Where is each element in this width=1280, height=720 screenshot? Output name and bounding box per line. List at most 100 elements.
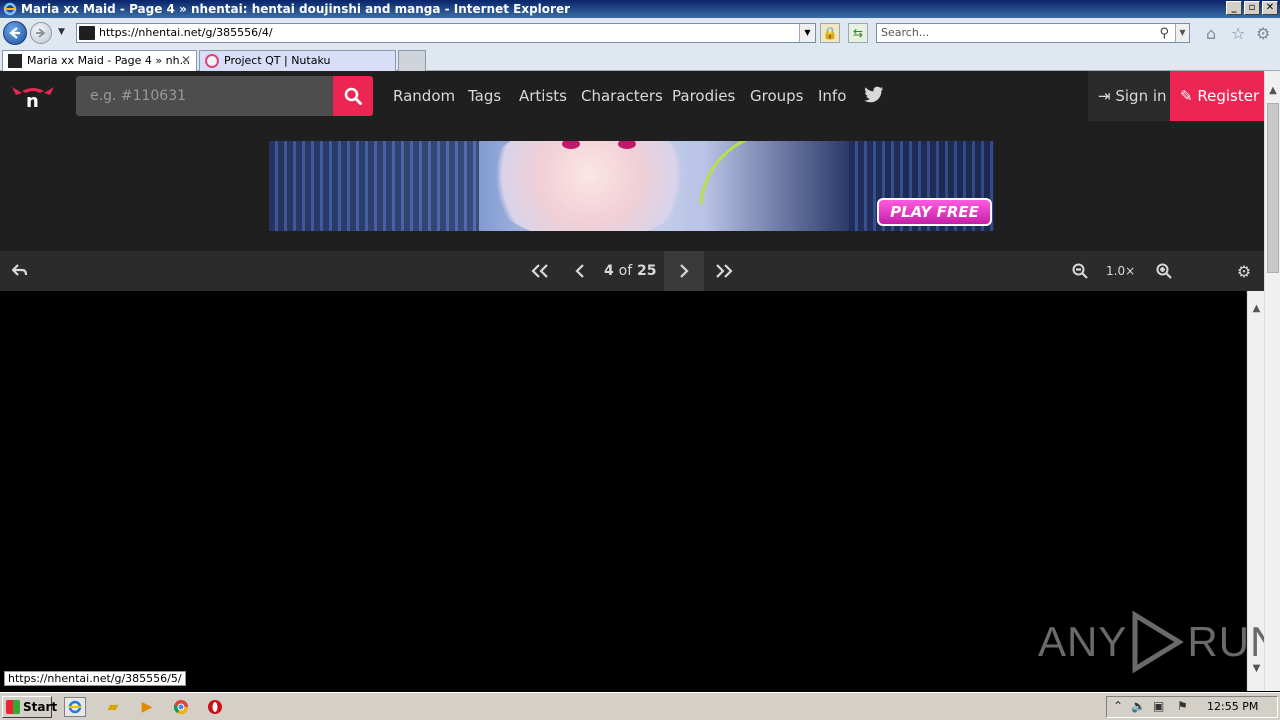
page-scrollbar[interactable]: ▲: [1264, 71, 1280, 691]
zoom-level: 1.0×: [1106, 264, 1136, 278]
sign-in-icon: ⇥: [1098, 87, 1111, 105]
tools-gear-icon[interactable]: ⚙: [1256, 24, 1270, 43]
new-tab-button[interactable]: [398, 50, 426, 71]
taskbar-clock[interactable]: 12:55 PM: [1207, 697, 1258, 717]
double-chevron-right-icon: [716, 264, 733, 278]
current-page-number: 4: [604, 263, 614, 279]
watermark-left-text: ANY: [1038, 618, 1128, 665]
register-label: Register: [1197, 87, 1260, 105]
address-dropdown-button[interactable]: ▼: [799, 24, 815, 42]
start-button[interactable]: Start: [2, 696, 57, 718]
sign-in-button[interactable]: ⇥ Sign in: [1088, 71, 1170, 121]
page-of-label: of: [618, 263, 633, 279]
scroll-up-arrow-icon[interactable]: ▲: [1248, 303, 1264, 314]
tab-label: Maria xx Maid - Page 4 » nh...: [27, 54, 191, 67]
nav-info[interactable]: Info: [818, 71, 846, 121]
page-counter: 4 of 25: [604, 251, 656, 291]
forward-button[interactable]: [30, 22, 52, 44]
address-toolbar: ▼ https://nhentai.net/g/385556/4/ ▼ 🔒 ⇆ …: [0, 18, 1280, 48]
reader-toolbar: 4 of 25 1.0× ⚙: [0, 251, 1264, 291]
previous-page-button[interactable]: [560, 251, 600, 291]
next-page-button[interactable]: [664, 251, 704, 291]
search-icon: [344, 87, 362, 105]
chevron-left-icon: [575, 264, 584, 278]
nav-tags[interactable]: Tags: [468, 71, 501, 121]
back-button[interactable]: [3, 21, 27, 45]
nhentai-favicon-icon: [8, 54, 22, 68]
web-page: n e.g. #110631 Random Tags Artists Chara…: [0, 71, 1264, 691]
nutaku-favicon-icon: [205, 54, 219, 68]
status-bar-url: https://nhentai.net/g/385556/5/: [4, 671, 186, 686]
close-window-button[interactable]: ✕: [1262, 1, 1278, 15]
tab-nhentai[interactable]: Maria xx Maid - Page 4 » nh... ✕: [2, 50, 197, 71]
zoom-in-icon: [1156, 263, 1172, 279]
taskbar-opera-icon[interactable]: [204, 697, 226, 717]
nav-random[interactable]: Random: [393, 71, 455, 121]
reply-arrow-icon: [12, 264, 28, 276]
svg-text:n: n: [26, 91, 39, 109]
anyrun-watermark: ANY RUN: [1038, 607, 1264, 677]
page-scroll-thumb[interactable]: [1267, 103, 1279, 273]
favorites-star-icon[interactable]: ☆: [1231, 24, 1245, 43]
tab-bar: Maria xx Maid - Page 4 » nh... ✕ Project…: [0, 48, 1280, 71]
network-icon[interactable]: ▣: [1153, 699, 1164, 713]
show-hidden-icons-icon[interactable]: ⌃: [1113, 699, 1123, 713]
recent-pages-dropdown[interactable]: ▼: [58, 27, 65, 37]
windows-flag-icon: [6, 700, 20, 714]
ad-banner[interactable]: PLAY FREE: [269, 141, 994, 231]
site-favicon-icon: [79, 26, 95, 40]
restore-button[interactable]: ▫: [1244, 1, 1260, 15]
start-label: Start: [23, 700, 58, 714]
window-title-bar: Maria xx Maid - Page 4 » nhentai: hentai…: [0, 0, 1280, 18]
page-scroll-up-icon[interactable]: ▲: [1265, 85, 1280, 96]
total-pages-number: 25: [637, 263, 657, 279]
back-arrow-icon: [9, 27, 20, 39]
play-free-button[interactable]: PLAY FREE: [877, 198, 992, 226]
zoom-out-icon: [1072, 263, 1088, 279]
window-title: Maria xx Maid - Page 4 » nhentai: hentai…: [21, 2, 571, 16]
site-search-input[interactable]: e.g. #110631: [76, 76, 334, 116]
volume-icon[interactable]: 🔈: [1131, 699, 1146, 713]
lock-icon[interactable]: 🔒: [820, 23, 840, 43]
close-tab-icon[interactable]: ✕: [181, 51, 191, 70]
search-dropdown-button[interactable]: ▼: [1175, 24, 1189, 42]
site-navbar: n e.g. #110631 Random Tags Artists Chara…: [0, 71, 1264, 121]
twitter-icon[interactable]: [864, 86, 884, 106]
reader-settings-button[interactable]: ⚙: [1224, 251, 1264, 291]
tab-nutaku[interactable]: Project QT | Nutaku: [199, 50, 396, 71]
banner-character-image: [484, 141, 694, 231]
double-chevron-left-icon: [531, 264, 548, 278]
play-triangle-icon: [1132, 611, 1185, 673]
nav-characters[interactable]: Characters: [581, 71, 663, 121]
zoom-in-button[interactable]: [1144, 251, 1184, 291]
gear-icon: ⚙: [1236, 261, 1252, 281]
taskbar-ie-icon[interactable]: [64, 697, 86, 717]
home-icon[interactable]: ⌂: [1206, 24, 1216, 43]
windows-taskbar: Start ▰ ▶ ⌃ 🔈 ▣ ⚑ 12:55 PM: [0, 692, 1280, 720]
system-tray: ⌃ 🔈 ▣ ⚑ 12:55 PM: [1106, 696, 1278, 718]
nav-parodies[interactable]: Parodies: [672, 71, 735, 121]
nav-artists[interactable]: Artists: [519, 71, 567, 121]
search-icon[interactable]: ⚲: [1159, 25, 1169, 43]
taskbar-chrome-icon[interactable]: [170, 697, 192, 717]
site-logo[interactable]: n: [10, 83, 56, 112]
zoom-out-button[interactable]: [1060, 251, 1100, 291]
chevron-right-icon: [680, 264, 689, 278]
internet-explorer-icon: [2, 1, 18, 17]
nav-groups[interactable]: Groups: [750, 71, 803, 121]
taskbar-explorer-folder-icon[interactable]: ▰: [102, 697, 124, 717]
back-to-gallery-button[interactable]: [0, 251, 40, 291]
first-page-button[interactable]: [520, 251, 560, 291]
browser-search-placeholder: Search...: [881, 26, 930, 39]
refresh-icon[interactable]: ⇆: [848, 23, 868, 43]
tab-label: Project QT | Nutaku: [224, 54, 331, 67]
taskbar-media-player-icon[interactable]: ▶: [136, 697, 158, 717]
last-page-button[interactable]: [704, 251, 744, 291]
register-edit-icon: ✎: [1180, 87, 1193, 105]
browser-search-field[interactable]: Search... ⚲ ▼: [876, 23, 1190, 43]
action-center-flag-icon[interactable]: ⚑: [1177, 699, 1188, 713]
site-search-button[interactable]: [333, 76, 373, 116]
register-button[interactable]: ✎ Register: [1170, 71, 1264, 121]
address-field[interactable]: https://nhentai.net/g/385556/4/ ▼: [76, 23, 816, 43]
minimize-button[interactable]: _: [1226, 1, 1242, 15]
